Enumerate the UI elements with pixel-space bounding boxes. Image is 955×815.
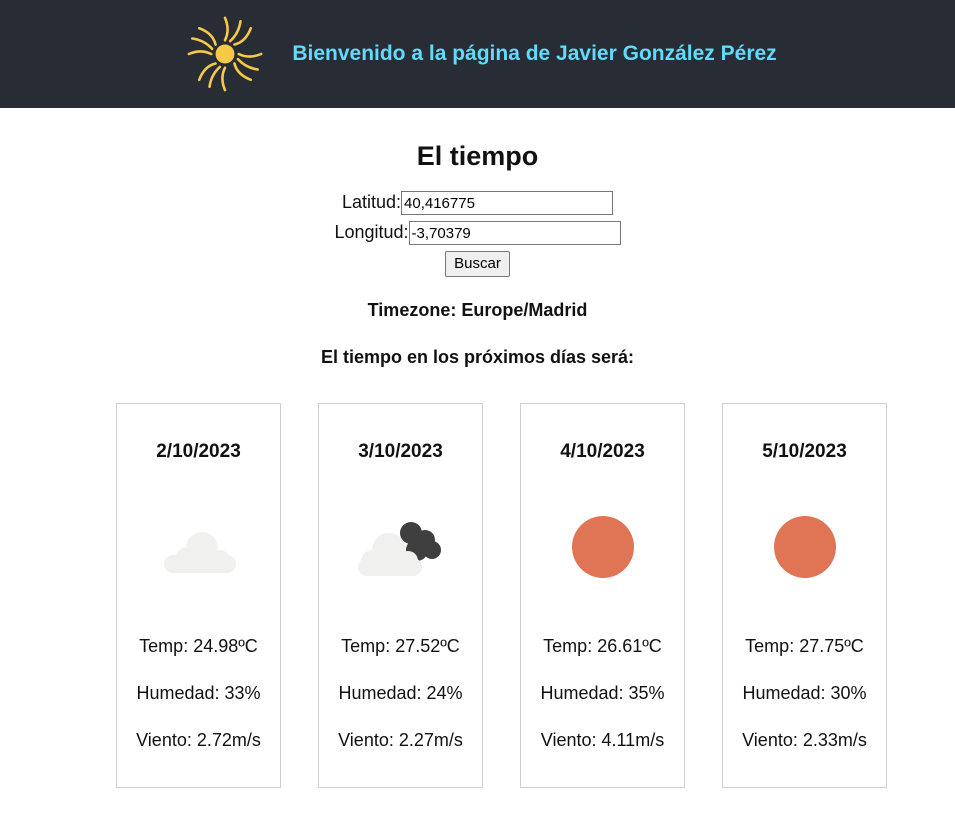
forecast-date: 3/10/2023 — [358, 441, 443, 462]
wind-text: Viento: 2.72m/s — [136, 730, 261, 750]
wind-text: Viento: 4.11m/s — [540, 730, 665, 750]
forecast-heading: El tiempo en los próximos días será: — [320, 347, 635, 367]
temperature-text: Temp: 26.61ºC — [543, 636, 662, 656]
wind-text: Viento: 2.27m/s — [338, 730, 463, 750]
longitude-input[interactable] — [408, 221, 621, 246]
forecast-cards: 2/10/2023 Temp: 24.98ºC Humedad: 33% Vie… — [116, 403, 887, 788]
page-title: El tiempo — [416, 141, 539, 171]
longitude-label: Longitud: — [334, 222, 409, 242]
humidity-text: Humedad: 33% — [136, 683, 261, 703]
timezone-text: Timezone: Europe/Madrid — [367, 300, 588, 320]
location-form: Latitud: Longitud: Buscar — [0, 187, 955, 277]
temperature-text: Temp: 27.75ºC — [745, 636, 864, 656]
humidity-text: Humedad: 30% — [742, 683, 867, 703]
sun-icon — [572, 516, 634, 578]
forecast-date: 4/10/2023 — [560, 441, 645, 462]
forecast-card: 5/10/2023 Temp: 27.75ºC Humedad: 30% Vie… — [722, 403, 887, 788]
forecast-card: 2/10/2023 Temp: 24.98ºC Humedad: 33% Vie… — [116, 403, 281, 788]
humidity-text: Humedad: 24% — [338, 683, 463, 703]
temperature-text: Temp: 24.98ºC — [139, 636, 258, 656]
forecast-card: 4/10/2023 Temp: 26.61ºC Humedad: 35% Vie… — [520, 403, 685, 788]
temperature-text: Temp: 27.52ºC — [341, 636, 460, 656]
wind-text: Viento: 2.33m/s — [742, 730, 867, 750]
sun-logo-icon — [187, 16, 263, 92]
latitude-label: Latitud: — [341, 192, 402, 212]
search-button[interactable]: Buscar — [445, 250, 510, 277]
header-title: Bienvenido a la página de Javier Gonzále… — [292, 42, 777, 65]
sun-icon — [774, 516, 836, 578]
forecast-card: 3/10/2023 Temp: 27.52ºC Humedad: 24% Vie… — [318, 403, 483, 788]
cloud-dark-cloud-icon — [358, 522, 441, 576]
humidity-text: Humedad: 35% — [540, 683, 665, 703]
latitude-input[interactable] — [401, 191, 614, 216]
cloud-icon — [164, 532, 236, 573]
forecast-date: 2/10/2023 — [156, 441, 241, 462]
header: Bienvenido a la página de Javier Gonzále… — [0, 0, 955, 108]
forecast-date: 5/10/2023 — [762, 441, 847, 462]
